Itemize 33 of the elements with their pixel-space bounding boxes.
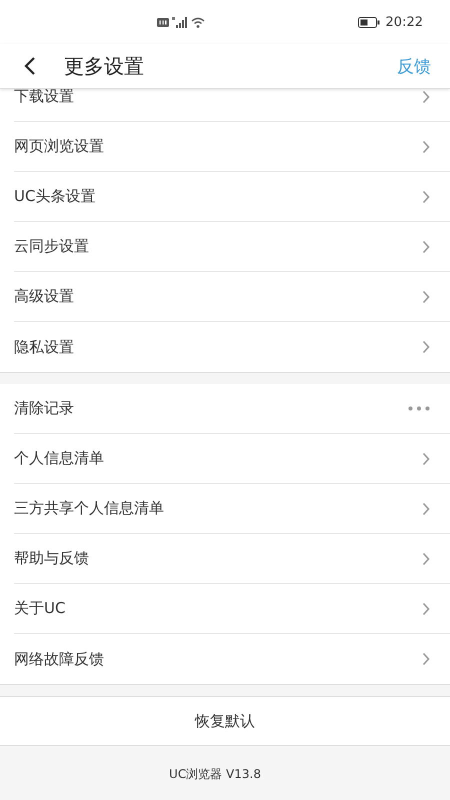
more-icon [408,406,430,411]
chevron-icon [422,552,430,566]
chevron-icon [422,90,430,104]
settings-item[interactable]: 高级设置 [14,272,450,322]
chevron-icon [422,452,430,466]
settings-item[interactable]: 三方共享个人信息清单 [14,484,450,534]
settings-item[interactable]: 下载设置 [14,89,450,122]
signal-icon [172,16,188,28]
wifi-icon [191,16,205,28]
chevron-icon [422,190,430,204]
settings-item[interactable]: UC头条设置 [14,172,450,222]
settings-item[interactable]: 帮助与反馈 [14,534,450,584]
chevron-icon [422,502,430,516]
page-title: 更多设置 [64,52,144,80]
settings-item[interactable]: 网络故障反馈 [0,634,450,684]
battery-icon [358,16,380,28]
chevron-icon [422,290,430,304]
settings-item[interactable]: 清除记录 [14,384,450,434]
reset-button[interactable]: 恢复默认 [0,696,450,746]
version-text: UC浏览器 V13.8 [169,766,261,782]
back-icon [24,56,36,76]
hd-icon [157,18,169,26]
chevron-icon [422,652,430,666]
settings-item[interactable]: 关于UC [14,584,450,634]
chevron-icon [422,140,430,154]
chevron-icon [422,602,430,616]
settings-item[interactable]: 网页浏览设置 [14,122,450,172]
chevron-icon [422,340,430,354]
chevron-icon [422,240,430,254]
settings-item[interactable]: 个人信息清单 [14,434,450,484]
settings-item[interactable]: 隐私设置 [0,322,450,372]
status-time: 20:22 [386,14,423,30]
settings-item[interactable]: 云同步设置 [14,222,450,272]
